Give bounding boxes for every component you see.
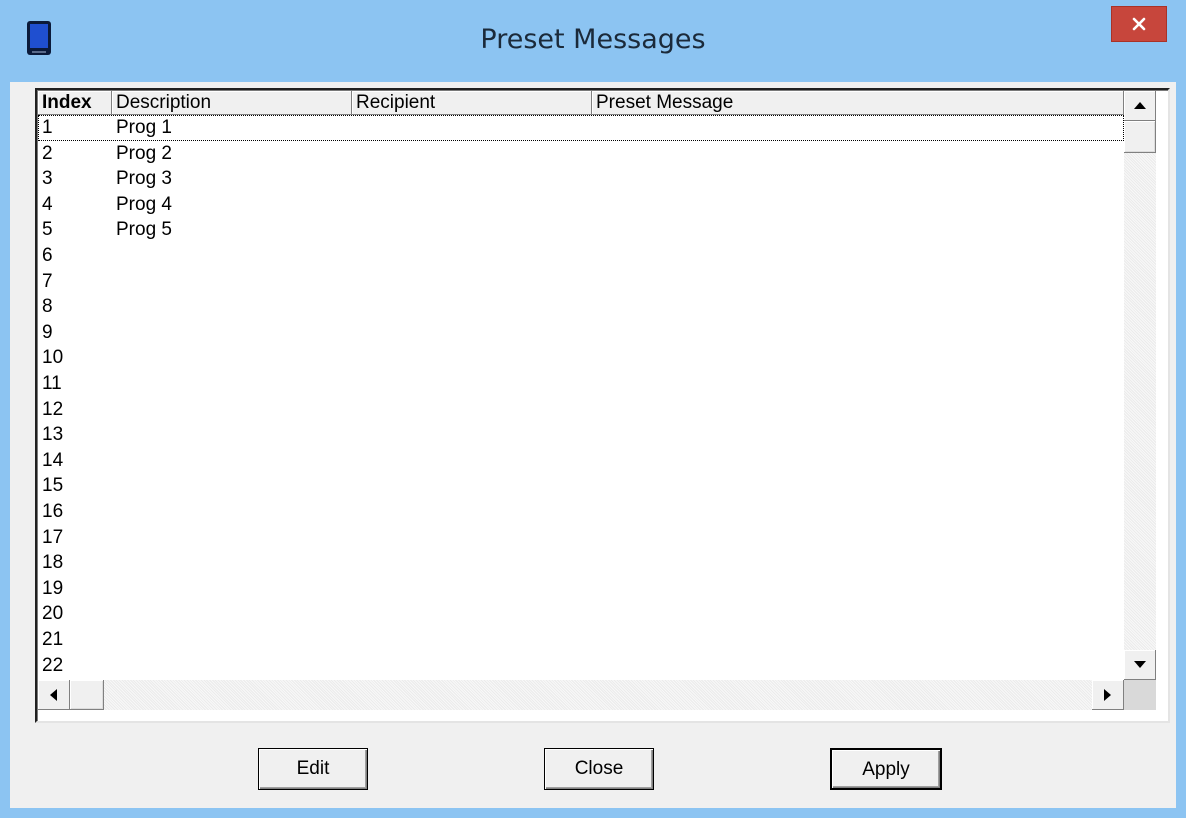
window-close-button[interactable] (1111, 6, 1167, 42)
cell-index: 16 (42, 501, 64, 522)
list-row[interactable]: 12 (38, 397, 1124, 423)
cell-index: 3 (42, 168, 53, 190)
cell-index: 13 (42, 424, 64, 446)
horizontal-scroll-thumb[interactable] (70, 680, 104, 710)
cell-description: Prog 1 (116, 117, 172, 138)
list-header: Index Description Recipient Preset Messa… (38, 91, 1124, 115)
cell-description: Prog 4 (116, 193, 172, 215)
list-row[interactable]: 16 (38, 499, 1124, 525)
list-row[interactable]: 8 (38, 294, 1124, 320)
apply-button[interactable]: Apply (830, 748, 942, 790)
list-row[interactable]: 14 (38, 448, 1124, 474)
column-header-preset-message[interactable]: Preset Message (592, 91, 1124, 115)
cell-description: Prog 2 (116, 142, 172, 164)
list-row[interactable]: 7 (38, 269, 1124, 295)
cell-index: 17 (42, 526, 64, 548)
cell-index: 20 (42, 603, 64, 625)
scroll-down-button[interactable] (1124, 650, 1156, 680)
column-header-index[interactable]: Index (38, 91, 112, 115)
cell-index: 18 (42, 552, 64, 574)
list-rows: 1 Prog 1 2 Prog 2 3 Prog 3 4 Prog 4 5 Prog 5 6 7 8 9 1… (38, 115, 1124, 680)
vertical-scrollbar[interactable] (1124, 91, 1156, 680)
arrow-up-icon (1133, 102, 1146, 109)
cell-description: Prog 5 (116, 219, 172, 241)
cell-index: 15 (42, 475, 64, 497)
scroll-left-button[interactable] (38, 680, 70, 710)
close-icon (1132, 17, 1146, 31)
cell-index: 2 (42, 142, 53, 164)
close-button[interactable]: Close (544, 748, 654, 790)
list-row[interactable]: 13 (38, 422, 1124, 448)
cell-description: Prog 3 (116, 168, 172, 190)
preset-messages-window: Preset Messages Index Description Recipi… (0, 0, 1186, 818)
list-row[interactable]: 22 (38, 653, 1124, 679)
edit-button[interactable]: Edit (258, 748, 368, 790)
vertical-scroll-thumb[interactable] (1124, 121, 1156, 153)
list-row[interactable]: 18 (38, 550, 1124, 576)
arrow-down-icon (1133, 661, 1146, 668)
list-row[interactable]: 11 (38, 371, 1124, 397)
list-row[interactable]: 4 Prog 4 (38, 192, 1124, 218)
list-row[interactable]: 3 Prog 3 (38, 166, 1124, 192)
cell-index: 6 (42, 245, 53, 266)
cell-index: 7 (42, 270, 53, 292)
column-header-recipient[interactable]: Recipient (352, 91, 592, 115)
scroll-right-button[interactable] (1092, 680, 1124, 710)
cell-index: 5 (42, 219, 53, 241)
scrollbar-corner (1124, 680, 1156, 710)
preset-messages-list[interactable]: Index Description Recipient Preset Messa… (35, 88, 1170, 723)
title-bar[interactable]: Preset Messages (0, 0, 1186, 82)
list-row[interactable]: 1 Prog 1 (38, 115, 1124, 141)
list-row[interactable]: 2 Prog 2 (38, 141, 1124, 167)
scroll-up-button[interactable] (1124, 91, 1156, 121)
dialog-body: Index Description Recipient Preset Messa… (10, 82, 1176, 808)
cell-index: 12 (42, 398, 64, 420)
arrow-left-icon (50, 688, 57, 701)
list-row[interactable]: 10 (38, 345, 1124, 371)
cell-index: 8 (42, 296, 53, 318)
list-row[interactable]: 19 (38, 576, 1124, 602)
list-row[interactable]: 20 (38, 601, 1124, 627)
arrow-right-icon (1104, 688, 1111, 701)
list-row[interactable]: 17 (38, 525, 1124, 551)
list-row[interactable]: 21 (38, 627, 1124, 653)
cell-index: 21 (42, 629, 64, 650)
cell-index: 14 (42, 449, 64, 471)
cell-index: 10 (42, 347, 64, 369)
cell-index: 19 (42, 577, 64, 599)
cell-index: 22 (42, 654, 64, 676)
cell-index: 11 (42, 373, 62, 394)
list-row[interactable]: 5 Prog 5 (38, 217, 1124, 243)
list-row[interactable]: 9 (38, 320, 1124, 346)
column-header-description[interactable]: Description (112, 91, 352, 115)
list-row[interactable]: 6 (38, 243, 1124, 269)
horizontal-scrollbar[interactable] (38, 680, 1124, 710)
cell-index: 1 (42, 117, 53, 138)
window-title: Preset Messages (480, 24, 706, 55)
cell-index: 9 (42, 321, 53, 343)
cell-index: 4 (42, 193, 53, 215)
list-row[interactable]: 15 (38, 473, 1124, 499)
